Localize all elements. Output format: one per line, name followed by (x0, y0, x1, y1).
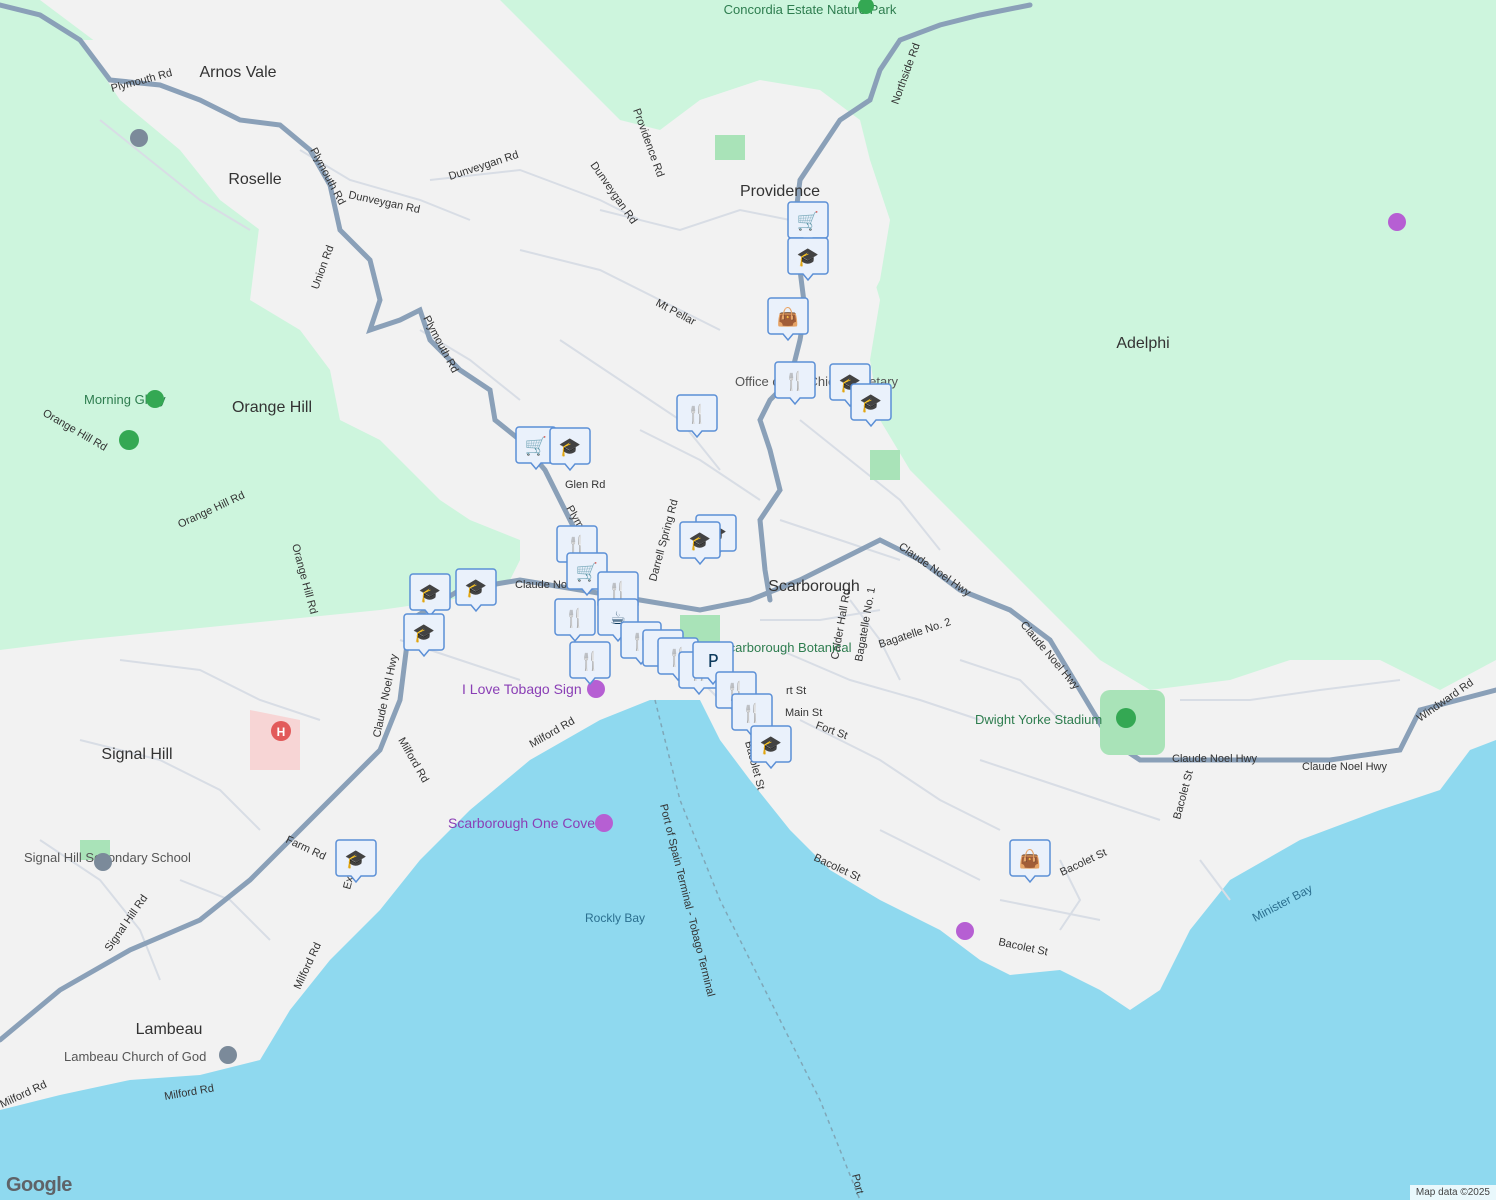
town-label: Orange Hill (232, 399, 312, 416)
bag-marker[interactable]: 👜 (767, 297, 809, 342)
school-marker[interactable]: 🎓 (850, 383, 892, 428)
bag-icon: 👜 (1019, 848, 1041, 870)
school-icon: 🎓 (419, 583, 441, 604)
poi-label: I Love Tobago Sign (462, 681, 582, 697)
town-label: Arnos Vale (199, 64, 276, 81)
map-attribution[interactable]: Map data ©2025 (1409, 1185, 1496, 1200)
food-icon: 🍴 (686, 403, 708, 425)
parking-icon: P (708, 651, 719, 672)
food-icon: 🍴 (564, 607, 586, 629)
water-label: Rockly Bay (585, 911, 645, 925)
school-icon: 🎓 (760, 735, 782, 756)
town-label: Signal Hill (101, 746, 172, 763)
google-logo: Google (6, 1174, 72, 1196)
stadium-icon[interactable] (1116, 708, 1136, 728)
park-icon[interactable] (119, 430, 139, 450)
school-icon: 🎓 (797, 247, 819, 268)
road-label: Claude Noel Hwy (1302, 761, 1387, 773)
park-patch-2 (870, 450, 900, 480)
camera-icon[interactable] (1388, 213, 1406, 231)
school-marker[interactable]: 🎓 (679, 521, 721, 566)
school-icon[interactable] (94, 853, 112, 871)
food-marker[interactable]: 🍴 (774, 361, 816, 406)
camera-icon[interactable] (595, 814, 613, 832)
town-label: Lambeau (136, 1021, 203, 1038)
food-marker[interactable]: 🍴 (676, 394, 718, 439)
bag-marker[interactable]: 👜 (1009, 839, 1051, 884)
hospital-area (250, 710, 300, 770)
food-icon: 🍴 (579, 650, 601, 672)
road-label: Claude Noel Hwy (1172, 753, 1257, 765)
church-icon[interactable] (219, 1046, 237, 1064)
food-marker[interactable]: 🍴 (569, 641, 611, 686)
school-icon: 🎓 (860, 393, 882, 414)
cart-icon: 🛒 (525, 435, 547, 457)
poi-label: Scarborough Botanical (720, 640, 852, 655)
bag-icon: 👜 (777, 306, 799, 328)
road-label: Claude No (515, 579, 567, 591)
school-icon: 🎓 (345, 849, 367, 870)
school-icon: 🎓 (559, 437, 581, 458)
road-label: rt St (786, 685, 806, 697)
poi-label: Lambeau Church of God (64, 1049, 206, 1064)
town-label: Adelphi (1116, 335, 1169, 352)
school-marker[interactable]: 🎓 (455, 568, 497, 613)
cart-icon: 🛒 (576, 561, 598, 583)
school-marker[interactable]: 🎓 (549, 427, 591, 472)
town-label: Roselle (228, 171, 281, 188)
poi-label: Scarborough One Cove (448, 815, 595, 831)
school-icon: 🎓 (465, 578, 487, 599)
school-marker[interactable]: 🎓 (335, 839, 377, 884)
road-label: Main St (785, 707, 822, 719)
school-icon: 🎓 (413, 623, 435, 644)
road-label: Glen Rd (565, 479, 605, 491)
school-marker[interactable]: 🎓 (409, 573, 451, 618)
food-icon: 🍴 (784, 370, 806, 392)
park-icon[interactable] (146, 390, 164, 408)
park-patch (715, 135, 745, 160)
poi-label: Dwight Yorke Stadium (975, 712, 1102, 727)
hospital-glyph: H (277, 725, 286, 739)
school-marker[interactable]: 🎓 (403, 613, 445, 658)
town-label: Providence (740, 183, 820, 200)
school-marker[interactable]: 🎓 (750, 725, 792, 770)
school-icon[interactable] (130, 129, 148, 147)
food-marker[interactable]: 🍴 (554, 598, 596, 643)
food-icon: 🍴 (741, 702, 763, 724)
cart-icon: 🛒 (797, 210, 819, 232)
camera-icon[interactable] (956, 922, 974, 940)
school-icon: 🎓 (689, 531, 711, 552)
school-marker[interactable]: 🎓 (787, 237, 829, 282)
map-canvas[interactable]: H Arnos Vale Roselle Providence Orange H… (0, 0, 1496, 1200)
